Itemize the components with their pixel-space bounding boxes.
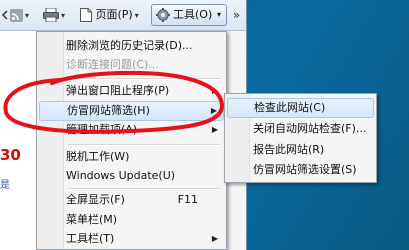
menu-item-work-offline[interactable]: 脱机工作(W) <box>39 147 224 167</box>
tools-menu: 删除浏览的历史记录(D)... 诊断连接问题(C)... 弹出窗口阻止程序(P)… <box>36 31 227 250</box>
gear-icon <box>156 8 170 29</box>
submenu-arrow-icon: ▶ <box>211 234 218 243</box>
menu-item-windows-update[interactable]: Windows Update(U) <box>39 166 224 186</box>
submenu-arrow-icon: ▶ <box>211 125 218 134</box>
menu-item-diagnose-connection[interactable]: 诊断连接问题(C)... <box>39 55 224 75</box>
submenu-item-filter-settings[interactable]: 仿冒网站筛选设置(S) <box>227 160 374 180</box>
menu-item-label: 弹出窗口阻止程序(P) <box>66 84 170 97</box>
page-content <box>0 31 36 250</box>
menu-item-phishing-filter[interactable]: 仿冒网站筛选(H) ▶ <box>39 101 224 121</box>
menu-item-label: 全屏显示(F) <box>66 193 125 206</box>
submenu-item-label: 仿冒网站筛选设置(S) <box>253 163 357 176</box>
tools-menu-label: 工具(O) <box>173 8 213 21</box>
chevron-down-icon: ▾ <box>134 11 139 20</box>
submenu-item-report-site[interactable]: 报告此网站(R) <box>227 140 374 160</box>
menu-item-label: 删除浏览的历史记录(D)... <box>66 39 193 52</box>
menu-item-menu-bar[interactable]: 菜单栏(M) <box>39 210 224 230</box>
submenu-item-turn-off-auto-check[interactable]: 关闭自动网站检查(F)... <box>227 119 374 139</box>
menu-item-label: 菜单栏(M) <box>66 213 118 226</box>
more-tools-button[interactable]: » <box>229 4 244 26</box>
page-fragment-link[interactable]: 是 <box>0 176 10 191</box>
chevron-left-icon[interactable] <box>1 5 9 25</box>
menu-item-popup-blocker[interactable]: 弹出窗口阻止程序(P) ▶ <box>39 81 224 101</box>
page-menu-label: 页面(P) <box>95 8 133 21</box>
menu-item-toolbars[interactable]: 工具栏(T) ▶ <box>39 229 224 249</box>
submenu-arrow-icon: ▶ <box>211 86 218 95</box>
page-fragment-number: 30 <box>0 146 21 164</box>
menu-item-shortcut: F11 <box>177 193 198 206</box>
menu-item-delete-history[interactable]: 删除浏览的历史记录(D)... <box>39 36 224 56</box>
menu-item-label: 工具栏(T) <box>66 232 115 245</box>
chevron-down-icon: ▾ <box>217 10 222 19</box>
menu-item-label: 脱机工作(W) <box>66 150 130 163</box>
printer-icon <box>43 8 59 22</box>
menu-item-manage-addons[interactable]: 管理加载项(A) ▶ <box>39 120 224 140</box>
menu-item-label: 诊断连接问题(C)... <box>66 58 159 71</box>
menu-separator <box>67 144 221 146</box>
print-button[interactable]: ▾ <box>43 5 65 25</box>
phishing-filter-submenu: 检查此网站(C) 关闭自动网站检查(F)... 报告此网站(R) 仿冒网站筛选设… <box>224 93 377 183</box>
menu-separator <box>67 78 221 80</box>
submenu-item-label: 报告此网站(R) <box>253 143 325 156</box>
submenu-item-label: 检查此网站(C) <box>254 101 326 114</box>
command-bar: ▾ ▾ 页面(P) ▾ 工具(O) ▾ » <box>0 0 246 31</box>
submenu-item-check-site[interactable]: 检查此网站(C) <box>227 98 374 118</box>
submenu-arrow-icon: ▶ <box>210 106 217 115</box>
chevron-down-icon: ▾ <box>25 11 30 20</box>
feeds-button[interactable]: ▾ <box>10 5 29 25</box>
page-icon <box>80 8 92 22</box>
menu-item-label: 管理加载项(A) <box>66 123 138 136</box>
chevron-down-icon: ▾ <box>61 11 66 20</box>
menu-item-full-screen[interactable]: 全屏显示(F) F11 <box>39 190 224 210</box>
feed-icon <box>10 8 23 22</box>
menu-item-label: 仿冒网站筛选(H) <box>67 104 150 117</box>
page-menu-button[interactable]: 页面(P) ▾ <box>80 5 139 25</box>
menu-item-label: Windows Update(U) <box>66 169 176 182</box>
tools-menu-button[interactable]: 工具(O) ▾ <box>151 4 227 26</box>
submenu-item-label: 关闭自动网站检查(F)... <box>253 122 367 135</box>
